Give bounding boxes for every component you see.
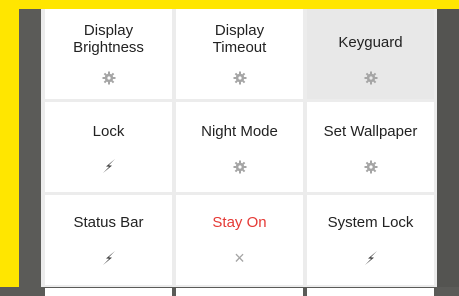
tile-partial	[307, 288, 434, 296]
tile-keyguard[interactable]: Keyguard	[307, 9, 434, 99]
tile-label: Display Brightness	[45, 22, 172, 56]
tile-label-line1: Display	[214, 22, 265, 39]
tile-label-line2: Brightness	[73, 39, 144, 56]
tile-system-lock[interactable]: System Lock	[307, 195, 434, 285]
bolt-icon	[101, 158, 117, 174]
tile-label-line2: Timeout	[212, 39, 267, 56]
tile-label: Lock	[92, 123, 125, 140]
tile-set-wallpaper[interactable]: Set Wallpaper	[307, 102, 434, 192]
tile-lock[interactable]: Lock	[45, 102, 172, 192]
tile-label: Stay On	[212, 214, 267, 231]
gear-icon	[363, 159, 379, 175]
tile-label: Display Timeout	[176, 22, 303, 56]
tile-display-brightness[interactable]: Display Brightness	[45, 9, 172, 99]
tile-partial	[45, 288, 172, 296]
gear-icon	[232, 70, 248, 86]
tile-label-line1: Display	[83, 22, 134, 39]
yellow-frame-left	[0, 0, 19, 287]
tile-stay-on[interactable]: Stay On ×	[176, 195, 303, 285]
close-icon: ×	[234, 248, 245, 268]
bolt-icon	[363, 250, 379, 266]
tile-night-mode[interactable]: Night Mode	[176, 102, 303, 192]
bolt-icon	[101, 250, 117, 266]
gear-icon	[101, 70, 117, 86]
tile-label: Status Bar	[73, 214, 144, 231]
tile-label: Night Mode	[201, 123, 278, 140]
tile-status-bar[interactable]: Status Bar	[45, 195, 172, 285]
tile-display-timeout[interactable]: Display Timeout	[176, 9, 303, 99]
tile-label: Keyguard	[338, 34, 403, 51]
gear-icon	[363, 70, 379, 86]
gear-icon	[232, 159, 248, 175]
tile-partial	[176, 288, 303, 296]
tile-label: System Lock	[327, 214, 414, 231]
tile-label: Set Wallpaper	[323, 123, 418, 140]
quick-settings-grid: Display Brightness Display Timeout Keygu…	[41, 9, 437, 296]
backdrop-shadow	[437, 9, 459, 287]
yellow-frame-top	[0, 0, 459, 9]
